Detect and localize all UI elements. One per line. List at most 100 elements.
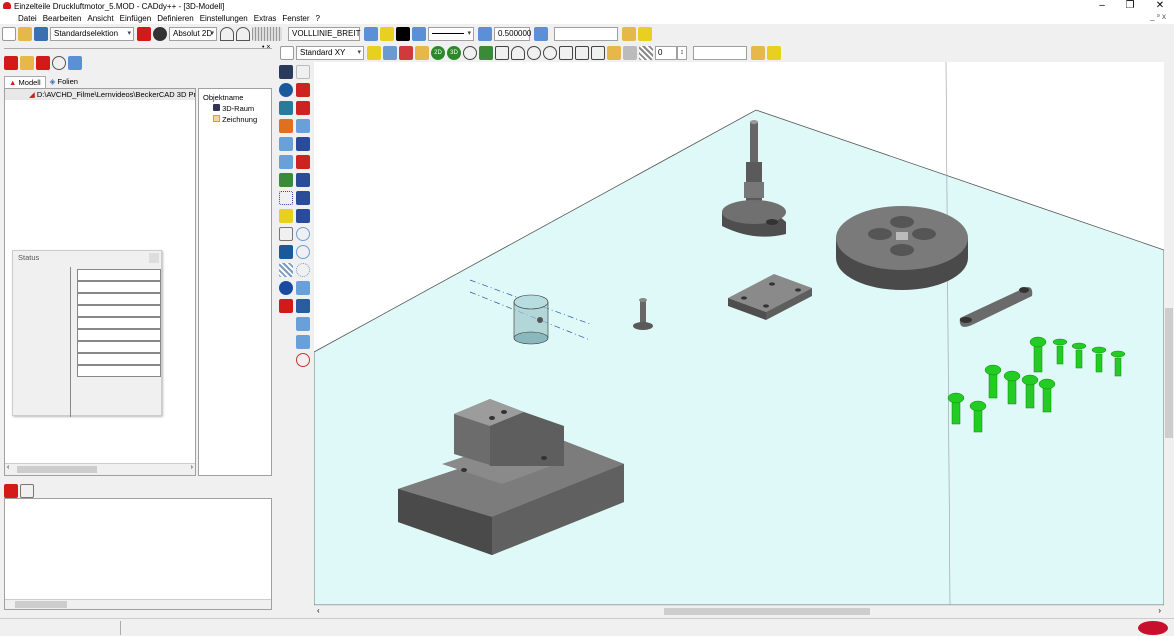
grid-icon[interactable] <box>252 27 282 41</box>
line-width-field[interactable]: 0.500000 <box>494 27 531 41</box>
mode-3d-button[interactable]: 3D <box>447 46 461 60</box>
light-source-icon[interactable] <box>383 46 397 60</box>
node-icon[interactable] <box>279 209 293 223</box>
render-icon[interactable] <box>415 46 429 60</box>
menu-fenster[interactable]: Fenster <box>282 14 309 23</box>
arrow-up-icon[interactable] <box>296 281 310 295</box>
tools-icon[interactable] <box>68 56 82 70</box>
pencil-icon[interactable] <box>279 119 293 133</box>
line-style-select[interactable]: VOLLLINIE_BREIT <box>288 27 360 41</box>
info-pointer-icon[interactable] <box>20 484 34 498</box>
hscroll-thumb[interactable] <box>664 608 870 615</box>
refresh-icon[interactable] <box>52 56 66 70</box>
viewport-hscrollbar[interactable]: ‹ › <box>314 605 1164 617</box>
sphere-icon[interactable] <box>279 83 293 97</box>
coord-mode-select[interactable]: Absolut 2D ▾ <box>169 27 217 41</box>
split-icon[interactable] <box>296 155 310 169</box>
object-item-zeichnung[interactable]: Zeichnung <box>199 114 271 125</box>
menu-ansicht[interactable]: Ansicht <box>87 14 113 23</box>
vscroll-thumb[interactable] <box>1165 308 1173 438</box>
dots-icon[interactable] <box>296 173 310 187</box>
attach-icon[interactable] <box>20 56 34 70</box>
rotate-tool-icon[interactable] <box>296 227 310 241</box>
tree-file-row[interactable]: ◢ D:\AVCHD_Filme\Lernvideos\BeckerCAD 3D… <box>5 89 195 100</box>
menu-einfuegen[interactable]: Einfügen <box>120 14 152 23</box>
viewport-3d[interactable] <box>314 62 1164 605</box>
viewport-vscrollbar[interactable] <box>1164 62 1174 605</box>
zoom-window-icon[interactable] <box>495 46 509 60</box>
coord-icon[interactable] <box>153 27 167 41</box>
draw-icon[interactable] <box>279 173 293 187</box>
bulb-icon[interactable] <box>380 27 394 41</box>
folder-icon[interactable] <box>622 27 636 41</box>
pan-icon[interactable] <box>511 46 525 60</box>
scroll-left-icon[interactable]: ‹ <box>7 464 9 471</box>
inner-close-button[interactable]: x <box>1162 12 1166 21</box>
view-select[interactable]: Standard XY ▾ <box>296 46 364 60</box>
zoom-all-icon[interactable] <box>559 46 573 60</box>
light-icon-2[interactable] <box>767 46 781 60</box>
layer-icon-2[interactable] <box>412 27 426 41</box>
layer-icon-3[interactable] <box>478 27 492 41</box>
layer-icon[interactable] <box>364 27 378 41</box>
view-orient-icon[interactable] <box>279 101 293 115</box>
pen-icon[interactable] <box>399 46 413 60</box>
restore-button[interactable]: ❐ <box>1118 0 1142 12</box>
status-close-icon[interactable] <box>149 253 159 263</box>
highlight-icon[interactable] <box>367 46 381 60</box>
pointer-icon[interactable] <box>279 65 293 79</box>
hatch-tool-icon[interactable] <box>279 263 293 277</box>
delete-icon[interactable] <box>36 56 50 70</box>
info-icon[interactable] <box>279 281 293 295</box>
flip-icon[interactable] <box>296 83 310 97</box>
minimize-button[interactable]: – <box>1090 0 1114 12</box>
folder-icon-2[interactable] <box>751 46 765 60</box>
message-scroll-thumb[interactable] <box>15 601 67 608</box>
menu-einstellungen[interactable]: Einstellungen <box>200 14 248 23</box>
layer-icon-4[interactable] <box>534 27 548 41</box>
light-icon[interactable] <box>638 27 652 41</box>
arrows-v-icon[interactable] <box>296 335 310 349</box>
camera-icon[interactable] <box>591 46 605 60</box>
tab-modell[interactable]: ▲ Modell <box>4 76 46 88</box>
open-folder-icon[interactable] <box>18 27 32 41</box>
spin-field[interactable]: 0 <box>655 46 677 60</box>
box-icon[interactable] <box>607 46 621 60</box>
panel-close-icon[interactable]: • × <box>262 44 270 51</box>
save-icon[interactable] <box>34 27 48 41</box>
zoom-prev-icon[interactable] <box>575 46 589 60</box>
line-type-select[interactable]: ▾ <box>428 27 474 41</box>
flywheel-disc[interactable] <box>836 206 968 290</box>
new-file-icon[interactable] <box>2 27 16 41</box>
circle-dots-icon[interactable] <box>296 263 310 277</box>
scroll-thumb[interactable] <box>17 466 97 473</box>
menu-definieren[interactable]: Definieren <box>157 14 193 23</box>
menu-datei[interactable]: Datei <box>18 14 37 23</box>
filter-field[interactable] <box>693 46 747 60</box>
dimension-icon[interactable] <box>279 227 293 241</box>
shade-icon[interactable] <box>623 46 637 60</box>
inner-restore-button[interactable]: ᵊ <box>1157 12 1160 21</box>
hscroll-right-icon[interactable]: › <box>1158 606 1161 615</box>
mode-2d-button[interactable]: 2D <box>431 46 445 60</box>
inner-minimize-button[interactable]: _ <box>1150 12 1154 21</box>
arrows-h-icon[interactable] <box>296 317 310 331</box>
arc-icon[interactable] <box>296 245 310 259</box>
select-pointer-icon[interactable] <box>137 27 151 41</box>
move-icon[interactable] <box>296 137 310 151</box>
tab-folien[interactable]: ◈ Folien <box>46 76 82 88</box>
array-icon[interactable] <box>296 209 310 223</box>
crosshair-icon[interactable] <box>279 191 293 205</box>
redo-icon[interactable] <box>236 27 250 41</box>
stack-icon[interactable] <box>296 299 310 313</box>
selection-mode-select[interactable]: Standardselektion ▾ <box>50 27 134 41</box>
copy-icon[interactable] <box>279 137 293 151</box>
mirror-icon[interactable] <box>296 119 310 133</box>
axes-icon[interactable] <box>296 101 310 115</box>
hscroll-left-icon[interactable]: ‹ <box>317 606 320 615</box>
menu-help[interactable]: ? <box>316 14 320 23</box>
menu-extras[interactable]: Extras <box>254 14 277 23</box>
edit-icon[interactable] <box>279 155 293 169</box>
view-icon[interactable] <box>280 46 294 60</box>
pointer-alt-icon[interactable] <box>296 65 310 79</box>
